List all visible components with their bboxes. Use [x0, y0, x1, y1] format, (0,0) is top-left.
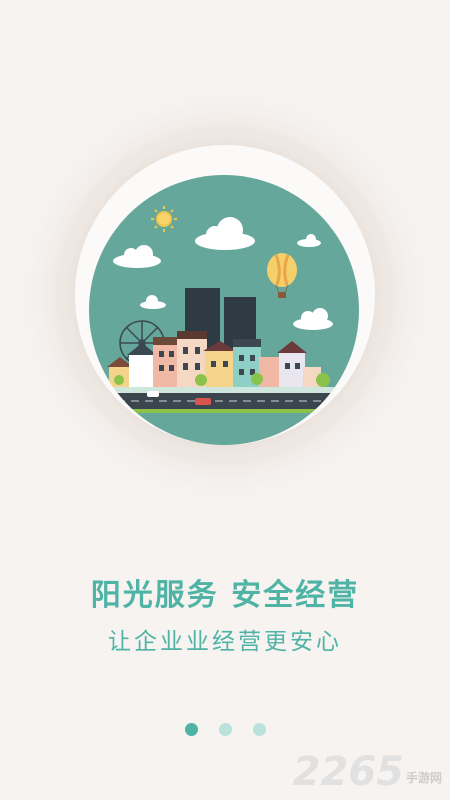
- headline: 阳光服务 安全经营: [90, 578, 360, 613]
- watermark-suffix: 手游网: [405, 771, 442, 785]
- page-dot-1[interactable]: [184, 723, 198, 736]
- page-dot-3[interactable]: [252, 723, 266, 736]
- city-illustration: [89, 175, 359, 445]
- page-indicator: [0, 723, 450, 736]
- watermark-number: 2265: [292, 749, 404, 795]
- subline: 让企业业经营更安心: [108, 629, 342, 655]
- car-icon: [195, 398, 211, 405]
- sidewalk: [89, 387, 359, 393]
- van-icon: [147, 391, 159, 397]
- watermark-logo: 2265 手游网: [293, 752, 442, 792]
- page-dot-2[interactable]: [218, 723, 232, 736]
